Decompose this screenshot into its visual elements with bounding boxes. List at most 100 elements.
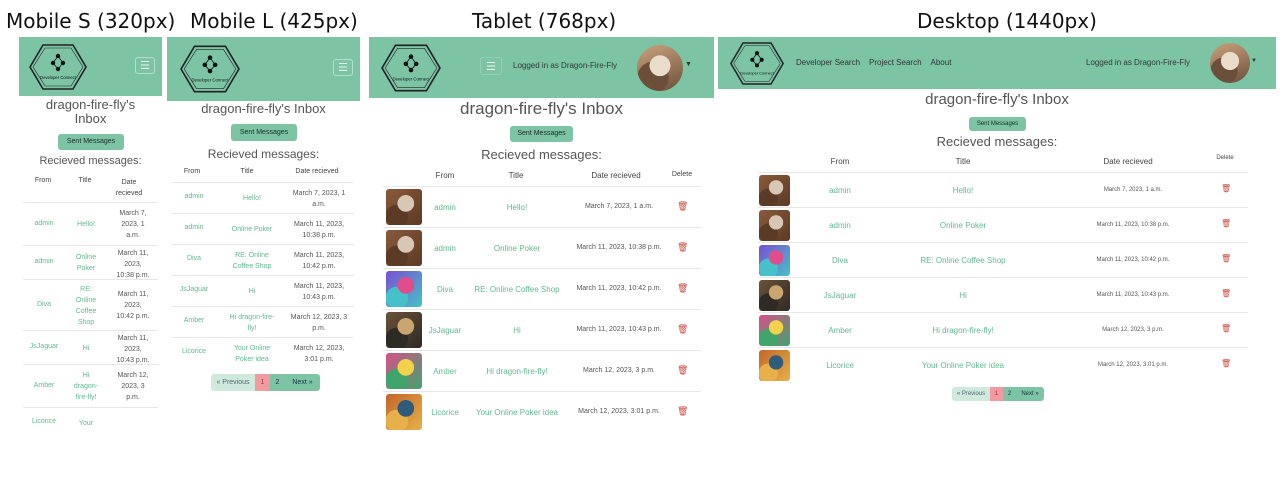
logo[interactable]: Developer Connect <box>28 43 88 91</box>
delete-icon[interactable]: 🗑 <box>1221 219 1231 228</box>
table-row[interactable]: Diva RE: Online Coffee Shop March 11, 2023… <box>383 268 701 309</box>
table-row[interactable]: Amber Hi dragon-fire-fly! March 12, 2023, … <box>172 306 354 337</box>
message-title[interactable]: Online Poker <box>468 244 566 253</box>
table-row[interactable]: JsJaguar Hi March 11, 2023, 10:43 p.m. <box>23 330 158 364</box>
table-row[interactable]: Licorice Your <box>23 407 158 430</box>
table-row[interactable]: JsJaguar Hi March 11, 2023, 10:43 p.m. <box>172 275 354 306</box>
message-from[interactable]: admin <box>23 220 65 227</box>
sender-avatar[interactable] <box>386 353 422 389</box>
message-title[interactable]: Hello! <box>468 203 566 212</box>
message-title[interactable]: Hi <box>898 291 1028 300</box>
delete-icon[interactable]: 🗑 <box>1221 359 1231 368</box>
table-row[interactable]: Licorice Your Online Poker idea March 12, 2… <box>172 337 354 368</box>
pagination-page-2[interactable]: 2 <box>270 374 285 391</box>
message-title[interactable]: Hello! <box>65 219 107 230</box>
message-title[interactable]: Online Poker <box>65 252 107 274</box>
delete-icon[interactable]: 🗑 <box>677 242 688 253</box>
sender-avatar[interactable] <box>386 189 422 225</box>
sender-avatar[interactable] <box>759 245 790 276</box>
profile-avatar[interactable] <box>1210 43 1250 83</box>
pagination-page-1[interactable]: 1 <box>255 374 270 391</box>
message-from[interactable]: Diva <box>172 255 216 262</box>
delete-icon[interactable]: 🗑 <box>677 365 688 376</box>
message-from[interactable]: JsJaguar <box>423 326 467 335</box>
message-from[interactable]: Licorice <box>23 418 65 425</box>
message-title[interactable]: Your Online Poker idea <box>898 361 1028 370</box>
message-from[interactable]: Licorice <box>818 361 862 370</box>
message-title[interactable]: RE: Online Coffee Shop <box>220 250 284 272</box>
table-row[interactable]: JsJaguar Hi March 11, 2023, 10:43 p.m. 🗑 <box>383 309 701 350</box>
nav-link-developer-search[interactable]: Developer Search <box>796 58 860 67</box>
sender-avatar[interactable] <box>759 315 790 346</box>
message-title[interactable]: Hello! <box>220 193 284 204</box>
logo[interactable]: Developer Connect <box>179 44 241 94</box>
table-row[interactable]: admin Online Poker March 11, 2023, 10:38 p… <box>758 207 1248 242</box>
table-row[interactable]: Amber Hi dragon-fire-fly! March 12, 2023, 3p… <box>23 364 158 407</box>
message-from[interactable]: admin <box>818 186 862 195</box>
pagination-previous[interactable]: « Previous <box>211 374 255 391</box>
delete-icon[interactable]: 🗑 <box>677 283 688 294</box>
table-row[interactable]: admin Hello! March 7, 2023, 1 a.m. 🗑 <box>383 186 701 227</box>
sender-avatar[interactable] <box>386 230 422 266</box>
sender-avatar[interactable] <box>386 312 422 348</box>
message-title[interactable]: Hi dragon-fire-fly! <box>220 312 284 334</box>
message-title[interactable]: Hi dragon-fire-fly! <box>898 326 1028 335</box>
table-row[interactable]: Licorice Your Online Poker idea March 12, … <box>383 391 701 430</box>
delete-icon[interactable]: 🗑 <box>677 324 688 335</box>
sent-messages-button[interactable]: Sent Messages <box>969 117 1026 131</box>
pagination-page-1[interactable]: 1 <box>990 387 1003 401</box>
logo[interactable]: Developer Connect <box>380 43 442 93</box>
message-title[interactable]: Hello! <box>898 186 1028 195</box>
pagination-next[interactable]: Next » <box>285 374 320 391</box>
message-title[interactable]: Your <box>65 418 107 429</box>
pagination-previous[interactable]: « Previous <box>952 387 990 401</box>
message-title[interactable]: RE: Online Coffee Shop <box>65 284 107 328</box>
message-from[interactable]: Diva <box>423 285 467 294</box>
sender-avatar[interactable] <box>759 175 790 206</box>
hamburger-icon[interactable]: ☰ <box>333 59 353 76</box>
message-title[interactable]: Online Poker <box>898 221 1028 230</box>
sent-messages-button[interactable]: Sent Messages <box>231 124 297 141</box>
message-from[interactable]: admin <box>423 203 467 212</box>
nav-link-project-search[interactable]: Project Search <box>869 58 921 67</box>
delete-icon[interactable]: 🗑 <box>1221 289 1231 298</box>
pagination-page-2[interactable]: 2 <box>1003 387 1016 401</box>
table-row[interactable]: Amber Hi dragon-fire-fly! March 12, 2023, … <box>383 350 701 391</box>
nav-link-about[interactable]: About <box>931 58 952 67</box>
message-from[interactable]: admin <box>172 193 216 200</box>
message-from[interactable]: Diva <box>23 301 65 308</box>
table-row[interactable]: admin Hello! March 7, 2023, 1 a.m. 🗑 <box>758 172 1248 207</box>
sender-avatar[interactable] <box>759 350 790 381</box>
hamburger-icon[interactable]: ☰ <box>135 57 155 74</box>
message-title[interactable]: Hi <box>468 326 566 335</box>
caret-down-icon[interactable]: ▼ <box>1251 58 1257 64</box>
message-from[interactable]: JsJaguar <box>818 291 862 300</box>
delete-icon[interactable]: 🗑 <box>677 201 688 212</box>
message-from[interactable]: Diva <box>818 256 862 265</box>
message-title[interactable]: RE: Online Coffee Shop <box>898 256 1028 265</box>
table-row[interactable]: admin Hello! March 7, 2023, 1 a.m. <box>23 202 158 245</box>
sender-avatar[interactable] <box>759 210 790 241</box>
message-title[interactable]: Hi dragon-fire-fly! <box>65 370 107 403</box>
message-from[interactable]: Amber <box>23 382 65 389</box>
message-from[interactable]: Amber <box>172 317 216 324</box>
message-title[interactable]: Your Online Poker idea <box>468 408 566 417</box>
logo[interactable]: Developer Connect <box>729 41 785 86</box>
message-from[interactable]: Amber <box>423 367 467 376</box>
delete-icon[interactable]: 🗑 <box>1221 184 1231 193</box>
caret-down-icon[interactable]: ▼ <box>685 61 692 68</box>
sent-messages-button[interactable]: Sent Messages <box>58 134 124 150</box>
table-row[interactable]: JsJaguar Hi March 11, 2023, 10:43 p.m. 🗑 <box>758 277 1248 312</box>
table-row[interactable]: admin Online Poker March 11, 2023, 10:38 p.… <box>172 213 354 244</box>
message-from[interactable]: admin <box>818 221 862 230</box>
table-row[interactable]: Diva RE: Online Coffee Shop March 11, 2023,… <box>172 244 354 275</box>
message-from[interactable]: admin <box>423 244 467 253</box>
message-title[interactable]: Hi <box>65 343 107 354</box>
message-from[interactable]: JsJaguar <box>172 286 216 293</box>
table-row[interactable]: Diva RE: Online Coffee Shop March 11, 2023… <box>758 242 1248 277</box>
message-title[interactable]: Hi dragon-fire-fly! <box>468 367 566 376</box>
sender-avatar[interactable] <box>386 394 422 430</box>
message-from[interactable]: admin <box>23 258 65 265</box>
table-row[interactable]: Amber Hi dragon-fire-fly! March 12, 2023, … <box>758 312 1248 347</box>
message-from[interactable]: Licorice <box>423 408 467 417</box>
